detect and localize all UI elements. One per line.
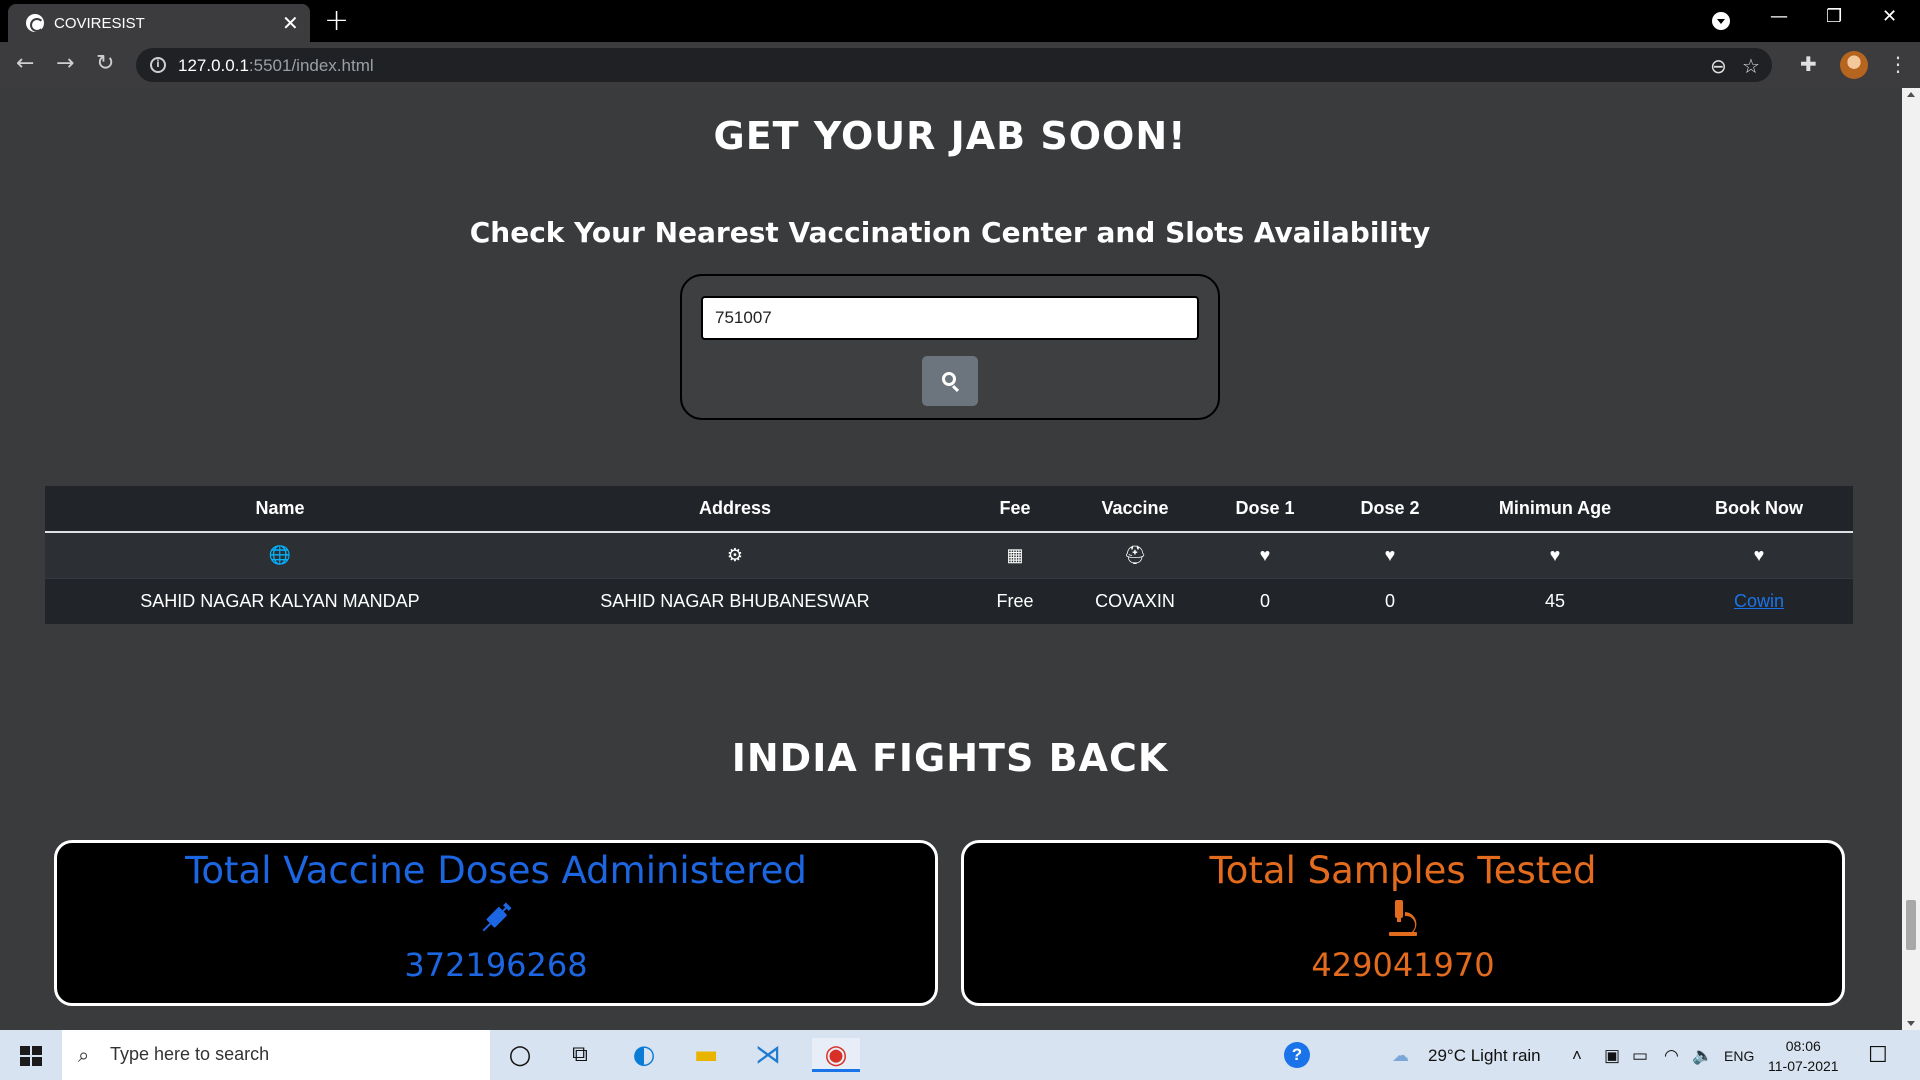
- scroll-down-icon[interactable]: [1907, 1021, 1915, 1026]
- table-header-row: Name Address Fee Vaccine Dose 1 Dose 2 M…: [45, 486, 1853, 533]
- center-dose2: 0: [1335, 577, 1445, 624]
- file-explorer-icon[interactable]: ▬: [688, 1038, 724, 1072]
- stat-title: Total Samples Tested: [1209, 849, 1597, 892]
- browser-toolbar: ← → ↻ i 127.0.0.1:5501/index.html ⊖ ☆ ✚ …: [0, 42, 1920, 88]
- url-host: 127.0.0.1: [178, 56, 249, 75]
- taskbar-search-placeholder: Type here to search: [110, 1044, 270, 1064]
- globe-favicon-icon: [26, 14, 44, 32]
- center-dose1: 0: [1195, 577, 1335, 624]
- syringe-icon: [57, 896, 935, 940]
- header-fee: Fee: [955, 486, 1075, 533]
- center-vaccine: COVAXIN: [1075, 577, 1195, 624]
- header-vaccine: Vaccine: [1075, 486, 1195, 533]
- heart-icon: ♥: [1665, 531, 1853, 578]
- center-min-age: 45: [1445, 577, 1665, 624]
- browser-tab-bar: COVIRESIST ✕ + — ❐ ✕: [0, 0, 1920, 42]
- show-hidden-icons-icon[interactable]: ˄: [1572, 1046, 1582, 1066]
- vscode-icon[interactable]: ⋊: [750, 1038, 786, 1072]
- stat-value: 372196268: [404, 946, 588, 984]
- close-tab-icon[interactable]: ✕: [282, 11, 299, 35]
- check-heading: Check Your Nearest Vaccination Center an…: [469, 216, 1431, 249]
- url-text: 127.0.0.1:5501/index.html: [178, 56, 374, 76]
- header-dose2: Dose 2: [1335, 486, 1445, 533]
- header-min-age: Minimun Age: [1445, 486, 1665, 533]
- search-button[interactable]: [922, 356, 978, 406]
- taskbar-search[interactable]: ⌕ Type here to search: [62, 1030, 490, 1080]
- restore-icon[interactable]: ❐: [1826, 6, 1842, 27]
- center-address: SAHID NAGAR BHUBANESWAR: [515, 577, 955, 624]
- cowin-link[interactable]: Cowin: [1734, 591, 1784, 611]
- new-tab-icon[interactable]: +: [324, 3, 349, 38]
- volume-icon[interactable]: 🔈: [1692, 1046, 1713, 1066]
- header-dose1: Dose 1: [1195, 486, 1335, 533]
- center-name: SAHID NAGAR KALYAN MANDAP: [45, 577, 515, 624]
- header-name: Name: [45, 486, 515, 533]
- tab-search-icon[interactable]: [1712, 12, 1730, 30]
- gears-icon: ⚙: [515, 531, 955, 578]
- heart-icon: ♥: [1335, 531, 1445, 578]
- back-icon[interactable]: ←: [16, 51, 34, 76]
- india-heading: INDIA FIGHTS BACK: [731, 736, 1169, 780]
- battery-icon[interactable]: ▭: [1632, 1046, 1648, 1066]
- heart-icon: ♥: [1445, 531, 1665, 578]
- search-icon: ⌕: [78, 1043, 90, 1067]
- browser-tab[interactable]: COVIRESIST ✕: [8, 4, 310, 42]
- extensions-icon[interactable]: ✚: [1800, 52, 1817, 76]
- meet-now-icon[interactable]: ▣: [1604, 1046, 1620, 1066]
- zoom-icon[interactable]: ⊖: [1710, 54, 1727, 78]
- scroll-up-icon[interactable]: [1907, 92, 1915, 97]
- clock-time: 08:06: [1785, 1038, 1821, 1054]
- reload-icon[interactable]: ↻: [96, 51, 114, 76]
- site-info-icon[interactable]: i: [150, 57, 166, 73]
- jab-heading: GET YOUR JAB SOON!: [713, 114, 1187, 158]
- url-path: :5501/index.html: [248, 56, 374, 75]
- help-icon[interactable]: ?: [1284, 1042, 1310, 1068]
- language-indicator[interactable]: ENG: [1724, 1048, 1754, 1064]
- vaccine-doses-card: Total Vaccine Doses Administered 3721962…: [54, 840, 938, 1006]
- windows-taskbar: ⌕ Type here to search ○ ⧉ ◐ ▬ ⋊ ◉ ? ☁ 29…: [0, 1030, 1920, 1080]
- window-close-icon[interactable]: ✕: [1882, 6, 1897, 27]
- wifi-icon[interactable]: ◠: [1664, 1046, 1679, 1066]
- heart-icon: ♥: [1195, 531, 1335, 578]
- forward-icon[interactable]: →: [56, 51, 74, 76]
- page-viewport: GET YOUR JAB SOON! Check Your Nearest Va…: [0, 88, 1902, 1030]
- pincode-input[interactable]: [701, 296, 1199, 340]
- profile-avatar[interactable]: [1840, 51, 1868, 79]
- globe-icon: 🌐: [45, 531, 515, 578]
- active-app-indicator: [812, 1069, 860, 1072]
- scrollbar-thumb[interactable]: [1906, 900, 1916, 950]
- taskbar-clock[interactable]: 08:06 11-07-2021: [1768, 1036, 1839, 1076]
- stat-title: Total Vaccine Doses Administered: [185, 849, 807, 892]
- task-view-icon[interactable]: ⧉: [562, 1038, 598, 1072]
- pincode-search-box: [680, 274, 1220, 420]
- clock-date: 11-07-2021: [1768, 1058, 1839, 1074]
- menu-kebab-icon[interactable]: ⋮: [1888, 52, 1908, 76]
- table-row: SAHID NAGAR KALYAN MANDAP SAHID NAGAR BH…: [45, 577, 1853, 624]
- weather-icon: ☁: [1392, 1046, 1409, 1065]
- vaccine-hand-icon: ⛑: [1075, 531, 1195, 578]
- minimize-icon[interactable]: —: [1770, 6, 1788, 27]
- notifications-icon[interactable]: ☐: [1868, 1042, 1888, 1068]
- cortana-icon[interactable]: ○: [502, 1038, 538, 1072]
- hospital-icon: ▦: [955, 531, 1075, 578]
- header-book-now: Book Now: [1665, 486, 1853, 533]
- microscope-icon: [964, 896, 1842, 940]
- header-address: Address: [515, 486, 955, 533]
- stat-value: 429041970: [1311, 946, 1495, 984]
- tab-title: COVIRESIST: [54, 15, 145, 32]
- table-icon-row: 🌐 ⚙ ▦ ⛑ ♥ ♥ ♥ ♥: [45, 531, 1853, 578]
- search-icon: [942, 372, 956, 386]
- samples-tested-card: Total Samples Tested 429041970: [961, 840, 1845, 1006]
- vaccination-centers-table: Name Address Fee Vaccine Dose 1 Dose 2 M…: [45, 486, 1853, 624]
- page-scrollbar[interactable]: [1902, 88, 1920, 1030]
- windows-start-icon[interactable]: [20, 1046, 42, 1066]
- book-now-cell: Cowin: [1665, 577, 1853, 624]
- bookmark-star-icon[interactable]: ☆: [1742, 54, 1760, 78]
- weather-text[interactable]: 29°C Light rain: [1428, 1046, 1541, 1066]
- chrome-icon[interactable]: ◉: [812, 1038, 860, 1072]
- address-bar[interactable]: i 127.0.0.1:5501/index.html ⊖ ☆: [136, 48, 1772, 82]
- edge-icon[interactable]: ◐: [626, 1038, 662, 1072]
- center-fee: Free: [955, 577, 1075, 624]
